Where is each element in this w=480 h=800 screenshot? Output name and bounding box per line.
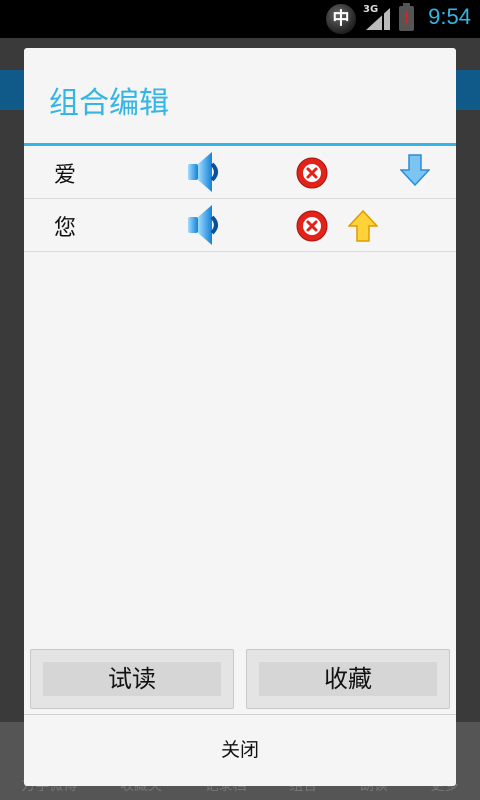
collect-button[interactable]: 收藏 [246, 649, 450, 709]
status-bar: 中 3G ! 9:54 [0, 0, 480, 38]
try-read-button[interactable]: 试读 [30, 649, 234, 709]
combo-edit-dialog: 组合编辑 爱 您 试读 收藏 关闭 [24, 48, 456, 786]
status-time: 9:54 [428, 4, 471, 29]
word-label: 您 [54, 216, 77, 241]
close-button[interactable]: 关闭 [24, 715, 456, 786]
delete-icon[interactable] [296, 210, 328, 242]
input-method-icon: 中 [326, 4, 356, 34]
word-list: 爱 您 [24, 146, 456, 252]
arrow-up-icon[interactable] [348, 210, 378, 242]
list-item: 您 [24, 199, 456, 252]
network-type: 3G [363, 4, 379, 15]
word-label: 爱 [54, 163, 77, 188]
battery-alert: ! [402, 8, 411, 27]
delete-icon[interactable] [296, 157, 328, 189]
arrow-down-icon[interactable] [400, 154, 430, 186]
speaker-icon[interactable] [186, 150, 226, 194]
speaker-icon[interactable] [186, 203, 226, 247]
list-item: 爱 [24, 146, 456, 199]
battery-icon: ! [399, 3, 414, 31]
dialog-title: 组合编辑 [49, 86, 169, 121]
